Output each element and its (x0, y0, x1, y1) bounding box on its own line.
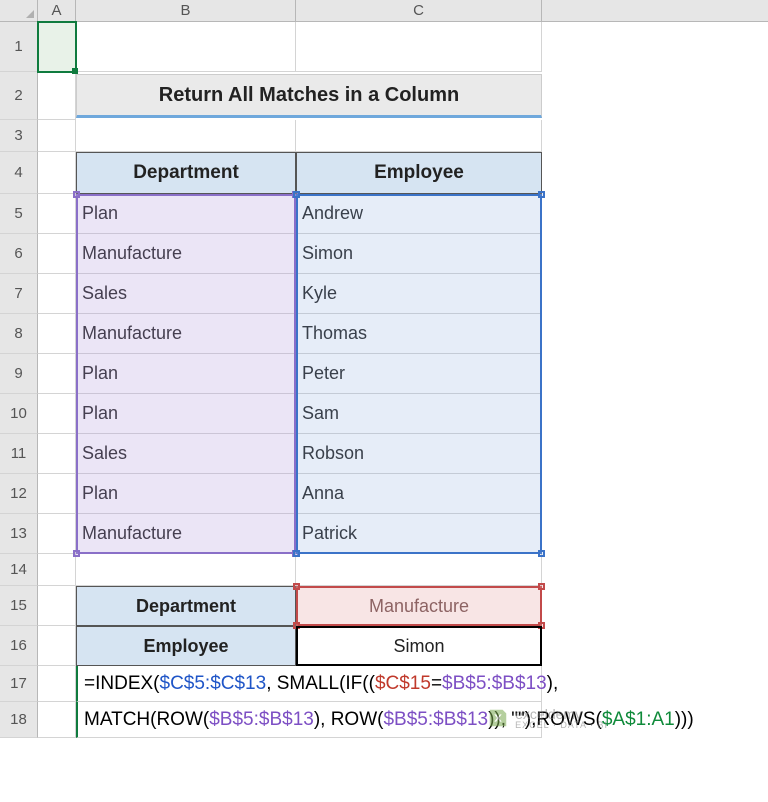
excel-icon (487, 707, 509, 729)
cell-A5[interactable] (38, 194, 76, 234)
column-header-row: A B C (0, 0, 768, 22)
cell-A11[interactable] (38, 434, 76, 474)
row-header-18[interactable]: 18 (0, 702, 38, 738)
row-header-5[interactable]: 5 (0, 194, 38, 234)
row-header-17[interactable]: 17 (0, 666, 38, 702)
filter-employee-label[interactable]: Employee (76, 626, 296, 666)
cell-B3[interactable] (76, 120, 296, 152)
table-cell-dep[interactable]: Manufacture (76, 234, 296, 274)
row-header-8[interactable]: 8 (0, 314, 38, 354)
table-cell-emp[interactable]: Simon (296, 234, 542, 274)
cell-A7[interactable] (38, 274, 76, 314)
cell-A17[interactable] (38, 666, 76, 702)
header-employee[interactable]: Employee (296, 152, 542, 194)
table-cell-dep[interactable]: Plan (76, 474, 296, 514)
table-cell-dep[interactable]: Plan (76, 394, 296, 434)
header-department[interactable]: Department (76, 152, 296, 194)
cell-A16[interactable] (38, 626, 76, 666)
select-all-corner[interactable] (0, 0, 38, 21)
table-cell-emp[interactable]: Sam (296, 394, 542, 434)
row-header-1[interactable]: 1 (0, 22, 38, 72)
cell-A18[interactable] (38, 702, 76, 738)
cell-A8[interactable] (38, 314, 76, 354)
row-header-11[interactable]: 11 (0, 434, 38, 474)
watermark: exceldemy EXCEL · DATA · BI (487, 706, 608, 730)
table-cell-emp[interactable]: Andrew (296, 194, 542, 234)
formula-line-1[interactable]: =INDEX($C$5:$C$13, SMALL(IF(($C$15=$B$5:… (76, 666, 542, 702)
cell-A1[interactable] (38, 22, 76, 72)
formula-text-1: =INDEX($C$5:$C$13, SMALL(IF(($C$15=$B$5:… (84, 673, 558, 695)
table-cell-dep[interactable]: Sales (76, 274, 296, 314)
cell-C1[interactable] (296, 22, 542, 72)
col-header-C[interactable]: C (296, 0, 542, 21)
table-cell-emp[interactable]: Patrick (296, 514, 542, 554)
row-header-16[interactable]: 16 (0, 626, 38, 666)
table-cell-emp[interactable]: Peter (296, 354, 542, 394)
cell-A10[interactable] (38, 394, 76, 434)
table-cell-dep[interactable]: Plan (76, 194, 296, 234)
row-header-4[interactable]: 4 (0, 152, 38, 194)
col-header-A[interactable]: A (38, 0, 76, 21)
table-cell-dep[interactable]: Manufacture (76, 514, 296, 554)
watermark-tag: EXCEL · DATA · BI (515, 720, 608, 730)
cell-C3[interactable] (296, 120, 542, 152)
cell-A15[interactable] (38, 586, 76, 626)
filter-employee-value[interactable]: Simon (296, 626, 542, 666)
cell-A3[interactable] (38, 120, 76, 152)
row-header-6[interactable]: 6 (0, 234, 38, 274)
row-header-13[interactable]: 13 (0, 514, 38, 554)
row-header-14[interactable]: 14 (0, 554, 38, 586)
row-header-12[interactable]: 12 (0, 474, 38, 514)
page-title[interactable]: Return All Matches in a Column (76, 74, 542, 118)
row-header-3[interactable]: 3 (0, 120, 38, 152)
cell-B1[interactable] (76, 22, 296, 72)
table-cell-emp[interactable]: Anna (296, 474, 542, 514)
table-cell-dep[interactable]: Plan (76, 354, 296, 394)
table-cell-emp[interactable]: Thomas (296, 314, 542, 354)
row-header-7[interactable]: 7 (0, 274, 38, 314)
table-cell-emp[interactable]: Kyle (296, 274, 542, 314)
col-header-B[interactable]: B (76, 0, 296, 21)
filter-department-value[interactable]: Manufacture (296, 586, 542, 626)
cell-C14[interactable] (296, 554, 542, 586)
cell-B14[interactable] (76, 554, 296, 586)
filter-department-label[interactable]: Department (76, 586, 296, 626)
formula-line-2[interactable]: MATCH(ROW($B$5:$B$13), ROW($B$5:$B$13)),… (76, 702, 542, 738)
cell-A2[interactable] (38, 72, 76, 120)
cell-A12[interactable] (38, 474, 76, 514)
row-header-9[interactable]: 9 (0, 354, 38, 394)
cell-A9[interactable] (38, 354, 76, 394)
cell-A14[interactable] (38, 554, 76, 586)
row-header-15[interactable]: 15 (0, 586, 38, 626)
row-header-10[interactable]: 10 (0, 394, 38, 434)
spreadsheet: A B C 1 2 Return All Matches in a Column… (0, 0, 768, 738)
row-header-2[interactable]: 2 (0, 72, 38, 120)
table-cell-dep[interactable]: Manufacture (76, 314, 296, 354)
cell-A6[interactable] (38, 234, 76, 274)
table-cell-dep[interactable]: Sales (76, 434, 296, 474)
cell-A4[interactable] (38, 152, 76, 194)
table-cell-emp[interactable]: Robson (296, 434, 542, 474)
cell-A13[interactable] (38, 514, 76, 554)
